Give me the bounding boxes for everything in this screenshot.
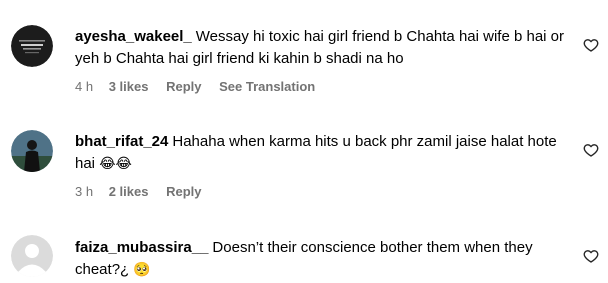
comment-body: bhat_rifat_24 Hahaha when karma hits u ba… (75, 131, 565, 201)
default-avatar-icon (11, 235, 53, 277)
avatar-image (11, 25, 53, 67)
comment-body: faiza_mubassira__ Doesn’t their conscienc… (75, 237, 565, 281)
comment-username[interactable]: bhat_rifat_24 (75, 133, 168, 150)
avatar-image (11, 130, 53, 172)
heart-outline-icon[interactable] (583, 142, 599, 158)
comment-text: bhat_rifat_24 Hahaha when karma hits u ba… (75, 131, 565, 175)
comment-emoji: 😂😂 (99, 156, 132, 172)
comment-text: faiza_mubassira__ Doesn’t their conscienc… (75, 237, 565, 281)
comment-time: 3 h (75, 184, 94, 199)
comment-username[interactable]: ayesha_wakeel_ (75, 28, 192, 45)
comment-username[interactable]: faiza_mubassira__ (75, 239, 208, 256)
comment-meta: 4 h 3 likes Reply See Translation (75, 78, 565, 96)
comment-emoji: 🥺 (133, 262, 151, 278)
comment-likes[interactable]: 3 likes (109, 78, 149, 96)
comment-text: ayesha_wakeel_ Wessay hi toxic hai girl f… (75, 26, 565, 70)
reply-button[interactable]: Reply (166, 78, 201, 96)
comment-meta: 3 h 2 likes Reply (75, 183, 565, 201)
comment-likes[interactable]: 2 likes (109, 183, 149, 201)
avatar[interactable] (11, 235, 53, 277)
comment-body: ayesha_wakeel_ Wessay hi toxic hai girl f… (75, 26, 565, 96)
heart-outline-icon[interactable] (583, 37, 599, 53)
reply-button[interactable]: Reply (166, 183, 201, 201)
comment-time: 4 h (75, 79, 94, 94)
heart-outline-icon[interactable] (583, 248, 599, 264)
see-translation-button[interactable]: See Translation (219, 78, 315, 96)
avatar[interactable] (11, 130, 53, 172)
avatar[interactable] (11, 25, 53, 67)
